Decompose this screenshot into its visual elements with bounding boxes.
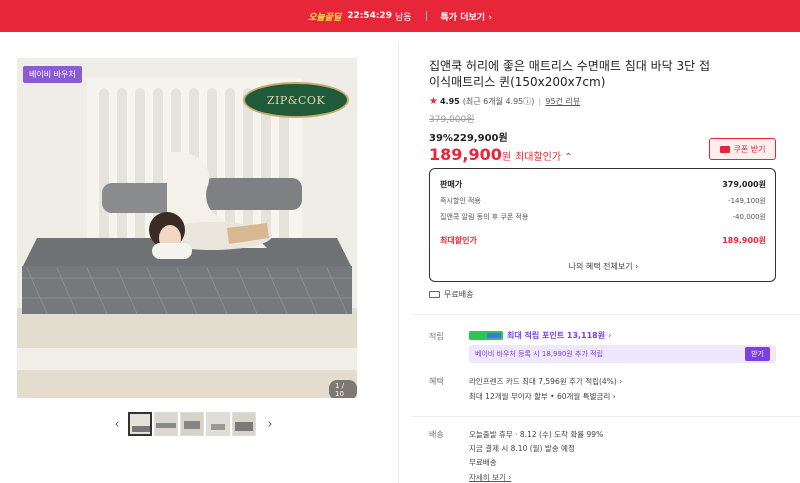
delivery-fee: 무료배송 [469, 458, 497, 467]
thumbnail-strip: ‹ › [110, 412, 277, 436]
section-divider [412, 416, 800, 417]
final-discount-row: 최대할인가 189,900원 [440, 235, 766, 246]
points-text: 최대 적립 포인트 13,118원 [507, 331, 606, 340]
discount-percent: 39% [429, 133, 453, 144]
max-discount-price: 189,900 원 최대할인가 ⌃ [429, 145, 573, 164]
free-shipping-tag: 무료배송 [429, 289, 473, 300]
deal-brand: 오늘끝딜 [308, 12, 342, 23]
thumbnail[interactable] [128, 412, 152, 436]
installment-benefit-link[interactable]: 최대 12개월 무이자 할부 • 60개월 특별금리 › [469, 391, 616, 402]
column-divider [398, 44, 399, 483]
voucher-badge: 베이비 바우처 [23, 66, 82, 83]
chevron-left-icon[interactable]: ‹ [110, 417, 124, 432]
coupon-button[interactable]: 쿠폰 받기 [709, 138, 776, 160]
thumbnail[interactable] [206, 412, 230, 436]
voucher-points-text: 베이비 바우처 등록 시 18,990원 추가 적립 [475, 350, 604, 358]
discount-price: 229,900원 [452, 133, 508, 144]
coupon-icon [719, 145, 730, 153]
final-discount-value: 189,900원 [722, 236, 766, 245]
breakdown-row: 판매가 379,000원 [440, 179, 766, 190]
breakdown-label: 판매가 [440, 180, 463, 189]
banner-divider [425, 11, 427, 21]
points-label: 적립 [429, 332, 444, 341]
countdown-timer: 22:54:29 [347, 11, 392, 21]
image-counter: 1 / 10 [329, 380, 357, 398]
product-title: 집앤쿡 허리에 좋은 매트리스 수면매트 침대 바닥 3단 접이식매트리스 퀸(… [429, 59, 711, 89]
coupon-label: 쿠폰 받기 [733, 144, 766, 154]
countdown-suffix: 남음 [394, 12, 412, 23]
max-discount-toggle[interactable]: 최대할인가 ⌃ [515, 148, 573, 163]
rating-recent: (최근 6개월 4.95ⓘ) [462, 97, 535, 106]
final-price: 189,900 [429, 145, 502, 164]
brand-logo: ZIP&COK [243, 82, 349, 118]
star-icon: ★ [429, 96, 438, 107]
rating-row: ★ 4.95 (최근 6개월 4.95ⓘ) 95건 리뷰 [429, 96, 580, 107]
truck-icon [429, 291, 440, 298]
deal-banner[interactable]: 오늘끝딜 22:54:29 남음 특가 더보기 › [0, 0, 800, 32]
sale-price: 39%229,900원 [429, 129, 508, 144]
thumbnail[interactable] [180, 412, 204, 436]
breakdown-value: -149,100원 [728, 197, 766, 205]
thumbnail[interactable] [232, 412, 256, 436]
delivery-arrival: 오늘출발 휴무 · 8.12 (수) 도착 확률 99% [469, 430, 604, 439]
breakdown-value: 379,000원 [722, 180, 766, 189]
benefits-label: 혜택 [429, 377, 444, 386]
points-row[interactable]: 최대 적립 포인트 13,118원 › [469, 330, 611, 341]
more-deals-link[interactable]: 특가 더보기 › [441, 10, 492, 23]
final-price-unit: 원 [501, 152, 512, 163]
breakdown-row: 집앤쿡 알림 동의 후 쿠폰 적용 -40,000원 [440, 212, 766, 222]
card-benefit-link[interactable]: 라인프렌즈 카드 최대 7,596원 추가 적립(4%) › [469, 376, 622, 387]
rating-divider [539, 97, 541, 106]
all-benefits-link[interactable]: 나의 혜택 전체보기 › [430, 261, 777, 272]
chevron-right-icon: › [608, 331, 612, 340]
price-breakdown: 판매가 379,000원 즉시할인 적용 -149,100원 집앤쿡 알림 동의… [429, 168, 776, 282]
rating-score: 4.95 [439, 97, 460, 106]
product-main-image[interactable]: 베이비 바우처 ZIP&COK 1 / 10 [17, 58, 357, 398]
reviews-link[interactable]: 95건 리뷰 [545, 96, 580, 107]
breakdown-label: 집앤쿡 알림 동의 후 쿠폰 적용 [440, 213, 529, 221]
receive-button[interactable]: 받기 [745, 347, 770, 361]
section-divider [412, 314, 800, 315]
breakdown-row: 즉시할인 적용 -149,100원 [440, 196, 766, 206]
delivery-dispatch: 지금 결제 시 8.10 (월) 발송 예정 [469, 444, 575, 453]
chevron-right-icon[interactable]: › [263, 417, 277, 432]
breakdown-value: -40,000원 [732, 213, 766, 221]
thumbnail[interactable] [154, 412, 178, 436]
delivery-label: 배송 [429, 430, 444, 439]
npay-icon [469, 331, 503, 340]
final-discount-label: 최대할인가 [440, 236, 477, 245]
voucher-points-banner: 베이비 바우처 등록 시 18,990원 추가 적립 받기 [469, 345, 776, 363]
delivery-more-link[interactable]: 자세히 보기 › [469, 472, 511, 483]
free-shipping-label: 무료배송 [444, 290, 474, 299]
breakdown-label: 즉시할인 적용 [440, 197, 481, 205]
original-price: 379,000원 [429, 115, 475, 125]
